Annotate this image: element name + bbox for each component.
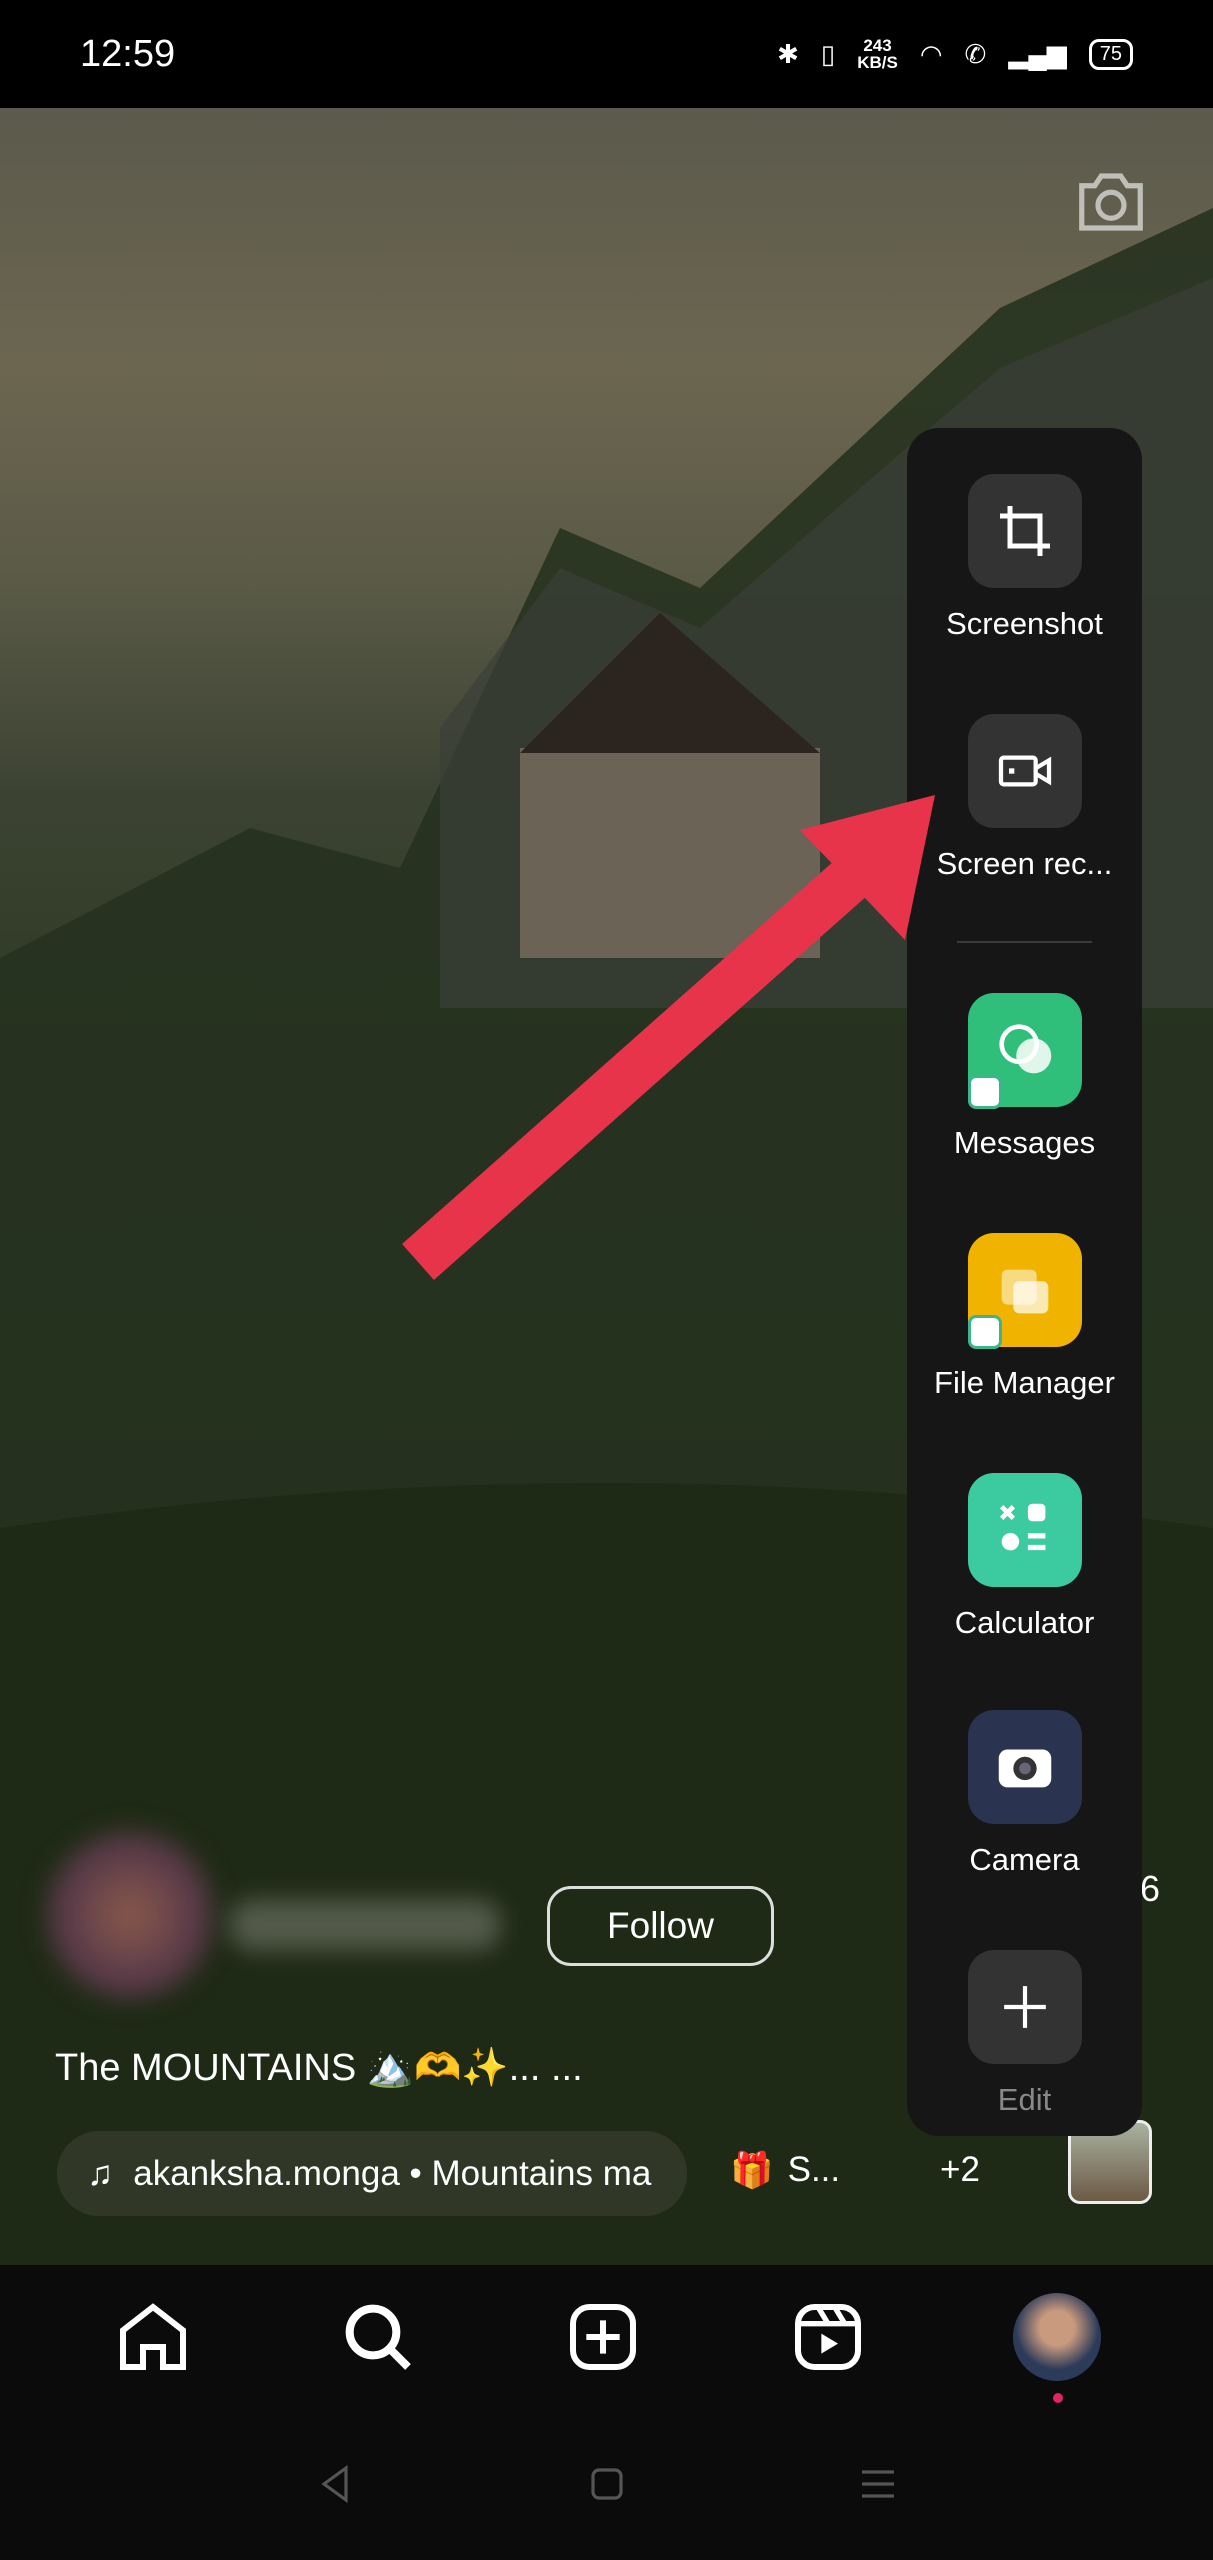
recents-icon[interactable] xyxy=(854,2460,902,2508)
camera-icon xyxy=(967,1710,1082,1824)
reel-caption[interactable]: The MOUNTAINS 🏔️🫶✨... ... xyxy=(55,2046,583,2090)
battery-indicator: 75 xyxy=(1088,38,1133,70)
sidebar-item-calculator[interactable]: Calculator xyxy=(907,1473,1142,1641)
home-button-icon[interactable] xyxy=(583,2460,631,2508)
notification-dot xyxy=(1052,2392,1063,2403)
gift-icon: 🎁 xyxy=(730,2151,774,2190)
messages-icon xyxy=(967,993,1082,1109)
floating-window-badge xyxy=(967,1315,1002,1349)
vibrate-icon: ▯ xyxy=(820,38,836,69)
music-note-icon: ♫ xyxy=(87,2153,114,2193)
bluetooth-icon: ✱ xyxy=(777,38,799,69)
create-icon[interactable] xyxy=(563,2297,643,2377)
wifi-icon: ◠ xyxy=(919,38,943,69)
floating-window-badge xyxy=(967,1075,1002,1109)
clock: 12:59 xyxy=(80,32,176,75)
share-count: 6 xyxy=(1140,1868,1161,1909)
net-speed: 243 KB/S xyxy=(857,36,898,72)
wifi-call-icon: ✆ xyxy=(964,38,987,69)
creator-name[interactable] xyxy=(230,1900,500,1950)
sidebar-item-edit[interactable]: Edit xyxy=(907,1950,1142,2118)
sidebar-item-file-manager[interactable]: File Manager xyxy=(907,1233,1142,1401)
sidebar-item-camera[interactable]: Camera xyxy=(907,1710,1142,1878)
creator-avatar[interactable] xyxy=(45,1830,215,2000)
system-nav-bar xyxy=(0,2408,1213,2560)
crop-icon xyxy=(967,474,1082,588)
signal-icon: ▂▄▆ xyxy=(1008,38,1067,69)
home-icon[interactable] xyxy=(113,2297,193,2377)
status-bar: 12:59 ✱ ▯ 243 KB/S ◠ ✆ ▂▄▆ 75 xyxy=(0,0,1213,108)
follow-button[interactable]: Follow xyxy=(547,1886,774,1966)
plus-icon xyxy=(967,1950,1082,2064)
calculator-icon xyxy=(967,1473,1082,1587)
smart-sidebar: Screenshot Screen rec... Messages File M… xyxy=(907,428,1142,2136)
profile-avatar[interactable] xyxy=(1012,2292,1101,2403)
back-icon[interactable] xyxy=(312,2460,360,2508)
sidebar-item-screen-record[interactable]: Screen rec... xyxy=(907,714,1142,882)
reels-icon[interactable] xyxy=(788,2297,868,2377)
search-icon[interactable] xyxy=(338,2297,418,2377)
gift-pill[interactable]: 🎁 S... xyxy=(730,2150,840,2191)
bottom-nav xyxy=(0,2265,1213,2408)
extra-count[interactable]: +2 xyxy=(940,2150,980,2190)
sidebar-divider xyxy=(957,941,1092,943)
video-record-icon xyxy=(967,714,1082,828)
sidebar-item-messages[interactable]: Messages xyxy=(907,993,1142,1161)
music-label: akanksha.monga • Mountains ma xyxy=(133,2153,652,2193)
folder-icon xyxy=(967,1233,1082,1349)
music-pill[interactable]: ♫ akanksha.monga • Mountains ma xyxy=(57,2131,687,2216)
sidebar-item-screenshot[interactable]: Screenshot xyxy=(907,474,1142,642)
camera-capture-icon[interactable] xyxy=(1072,163,1150,241)
